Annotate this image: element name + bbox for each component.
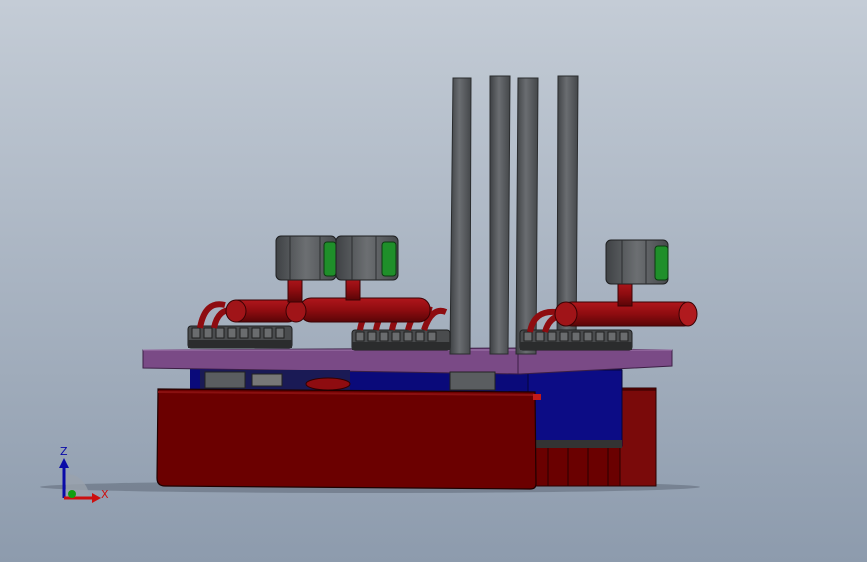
triad-y-axis: [68, 490, 76, 498]
triad-z-label: Z: [60, 445, 68, 458]
model-canvas[interactable]: Z X: [0, 0, 867, 562]
triad-x-label: X: [101, 488, 109, 501]
motor-right: [605, 239, 669, 285]
motor-left: [275, 235, 337, 281]
cad-viewport[interactable]: Z X: [0, 0, 867, 562]
front-red-frame: [156, 388, 541, 490]
motor-middle: [335, 235, 399, 281]
under-plate-mechanics: [200, 370, 496, 392]
